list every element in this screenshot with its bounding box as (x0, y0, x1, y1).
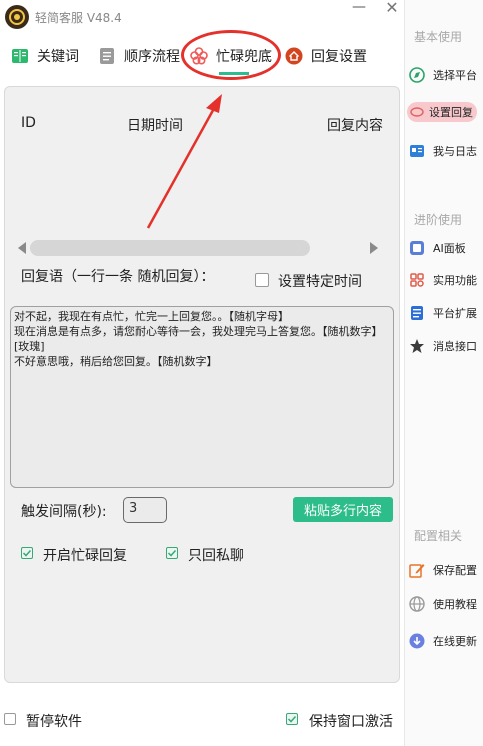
app-title: 轻简客服 V48.4 (35, 11, 122, 25)
update-icon (409, 633, 425, 649)
tools-icon (409, 272, 425, 288)
sidebar-item-label: 使用教程 (433, 598, 477, 611)
sidebar-item-online-update[interactable]: 在线更新 (407, 628, 483, 654)
reply-line: [玫瑰] (14, 340, 45, 353)
specific-time-checkbox[interactable] (255, 273, 269, 287)
paste-multiline-button[interactable]: 粘贴多行内容 (293, 497, 393, 522)
tab-keywords[interactable]: 关键词 (11, 44, 79, 68)
sidebar-item-tutorial[interactable]: 使用教程 (407, 591, 483, 617)
active-pill: 设置回复 (407, 102, 477, 122)
right-sidebar: 基本使用 选择平台 设置回复 我与日志 进阶使用 AI面板 实用功能 平台扩展 … (404, 0, 483, 746)
tab-reply-settings[interactable]: 回复设置 (285, 44, 367, 68)
enable-busy-reply-label: 开启忙碌回复 (43, 548, 127, 564)
sidebar-item-label: 实用功能 (433, 274, 477, 287)
highlight-ellipse (181, 30, 281, 80)
private-only-checkbox[interactable] (166, 547, 178, 559)
column-header-id: ID (21, 115, 36, 131)
trigger-interval-input[interactable]: 3 (123, 497, 167, 523)
keep-window-active-checkbox[interactable] (286, 713, 298, 725)
private-only-label: 只回私聊 (188, 548, 244, 564)
sidebar-item-label: 保存配置 (433, 564, 477, 577)
globe-icon (409, 596, 425, 612)
horizontal-scrollbar[interactable] (30, 240, 310, 256)
sidebar-item-label: 我与日志 (433, 145, 477, 158)
sidebar-item-utilities[interactable]: 实用功能 (407, 267, 483, 293)
scroll-right-arrow[interactable] (370, 242, 378, 254)
sidebar-item-label: 消息接口 (433, 340, 477, 353)
sidebar-item-me-and-log[interactable]: 我与日志 (407, 138, 483, 164)
edit-icon (409, 562, 425, 578)
sidebar-item-label: 平台扩展 (433, 307, 477, 320)
document-icon (98, 47, 116, 65)
reply-line: 不好意思哦，稍后给您回复。【随机数字】 (14, 355, 218, 368)
pause-software-label: 暂停软件 (26, 714, 82, 730)
tab-label: 顺序流程 (124, 49, 180, 65)
specific-time-label: 设置特定时间 (278, 274, 362, 290)
sidebar-item-label: AI面板 (433, 242, 466, 255)
log-icon (409, 143, 425, 159)
reply-settings-icon (409, 104, 425, 120)
sidebar-item-label: 设置回复 (429, 106, 473, 119)
section-title-advanced: 进阶使用 (414, 213, 463, 227)
scroll-left-arrow[interactable] (18, 242, 26, 254)
sidebar-item-select-platform[interactable]: 选择平台 (407, 62, 483, 88)
home-icon (285, 47, 303, 65)
tab-sequence-flow[interactable]: 顺序流程 (98, 44, 180, 68)
tab-label: 关键词 (37, 49, 79, 65)
sidebar-item-save-config[interactable]: 保存配置 (407, 557, 483, 583)
star-icon (409, 338, 425, 354)
ai-icon (409, 240, 425, 256)
section-title-basic: 基本使用 (414, 30, 463, 44)
sidebar-item-message-api[interactable]: 消息接口 (407, 333, 483, 359)
sidebar-item-platform-extension[interactable]: 平台扩展 (407, 300, 483, 326)
minimize-button[interactable]: — (352, 0, 366, 16)
section-title-config: 配置相关 (414, 529, 463, 543)
reply-line: 现在消息是有点多，请您耐心等待一会，我处理完马上答复您。【随机数字】 (14, 325, 383, 338)
close-button[interactable]: ✕ (383, 0, 401, 18)
enable-busy-reply-checkbox[interactable] (21, 547, 33, 559)
column-header-reply-content: 回复内容 (327, 118, 383, 134)
reply-textarea[interactable]: 对不起，我现在有点忙，忙完一上回复您。。【随机字母】 现在消息是有点多，请您耐心… (10, 306, 394, 488)
book-icon (11, 47, 29, 65)
column-header-datetime: 日期时间 (127, 118, 183, 134)
trigger-interval-label: 触发间隔(秒): (21, 504, 107, 520)
sidebar-item-label: 在线更新 (433, 635, 477, 648)
app-logo (5, 5, 29, 29)
tab-label: 回复设置 (311, 49, 367, 65)
sidebar-item-label: 选择平台 (433, 69, 477, 82)
pause-software-checkbox[interactable] (4, 713, 16, 725)
keep-window-active-label: 保持窗口激活 (309, 714, 393, 730)
sidebar-item-ai-panel[interactable]: AI面板 (407, 235, 483, 261)
platform-icon (409, 67, 425, 83)
sidebar-item-reply-settings[interactable]: 设置回复 (407, 99, 483, 125)
extension-icon (409, 305, 425, 321)
reply-line: 对不起，我现在有点忙，忙完一上回复您。。【随机字母】 (14, 310, 289, 323)
reply-label: 回复语（一行一条 随机回复）： (21, 269, 215, 285)
